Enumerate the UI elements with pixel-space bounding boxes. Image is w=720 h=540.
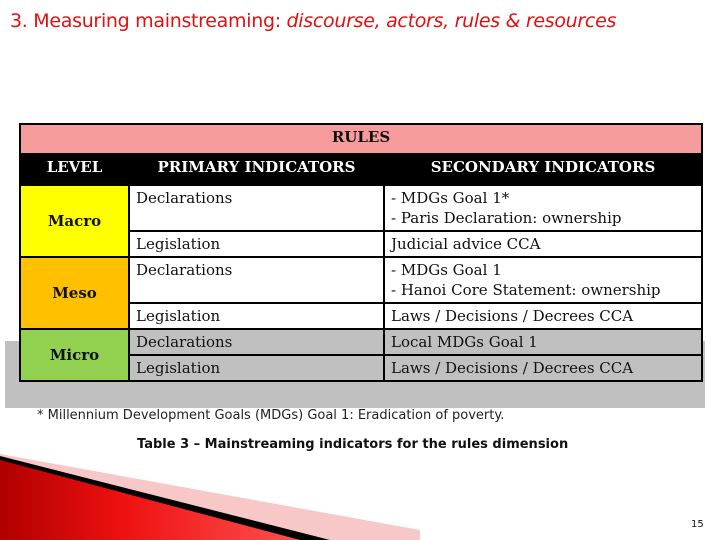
level-meso: Meso: [19, 256, 130, 330]
primary-indicator: Declarations: [128, 256, 385, 304]
table-row: Macro Declarations - MDGs Goal 1* - Paris…: [19, 184, 704, 258]
column-header-secondary: SECONDARY INDICATORS: [382, 153, 704, 186]
secondary-indicator: Laws / Decisions / Decrees CCA: [382, 302, 704, 330]
secondary-indicator: - MDGs Goal 1* - Paris Declaration: owner…: [382, 184, 704, 232]
swoosh-red: [0, 460, 300, 540]
level-micro: Micro: [19, 328, 130, 382]
level-macro: Macro: [19, 184, 130, 258]
secondary-line: - Paris Declaration: ownership: [391, 209, 622, 227]
primary-indicator: Declarations: [128, 328, 385, 356]
footnote: * Millennium Development Goals (MDGs) Go…: [37, 408, 505, 423]
secondary-indicator: Local MDGs Goal 1: [382, 328, 704, 356]
column-header-primary: PRIMARY INDICATORS: [128, 153, 385, 186]
table-row: Meso Declarations - MDGs Goal 1 - Hanoi C…: [19, 256, 704, 330]
primary-indicator: Legislation: [128, 302, 385, 330]
decorative-swoosh: [0, 454, 420, 540]
table-row: Micro Declarations Local MDGs Goal 1: [19, 328, 704, 382]
primary-indicator: Legislation: [128, 354, 385, 382]
secondary-line: - MDGs Goal 1*: [391, 189, 510, 207]
primary-indicator: Declarations: [128, 184, 385, 232]
secondary-indicator: - MDGs Goal 1 - Hanoi Core Statement: own…: [382, 256, 704, 304]
slide-title-prefix: 3. Measuring mainstreaming:: [10, 10, 287, 32]
column-header-row: LEVEL PRIMARY INDICATORS SECONDARY INDIC…: [19, 153, 704, 186]
secondary-line: - MDGs Goal 1: [391, 261, 502, 279]
secondary-line: - Hanoi Core Statement: ownership: [391, 281, 661, 299]
slide-title-emphasis: discourse, actors, rules & resources: [286, 10, 617, 32]
dimension-header: RULES: [18, 123, 704, 155]
page-number: 15: [691, 519, 704, 530]
slide-title: 3. Measuring mainstreaming: discourse, a…: [10, 10, 616, 32]
dimension-header-row: RULES: [18, 123, 704, 155]
secondary-indicator: Laws / Decisions / Decrees CCA: [382, 354, 704, 382]
primary-indicator: Legislation: [128, 230, 385, 258]
rules-indicators-table: RULES LEVEL PRIMARY INDICATORS SECONDARY…: [18, 123, 704, 382]
column-header-level: LEVEL: [19, 153, 130, 186]
secondary-indicator: Judicial advice CCA: [382, 230, 704, 258]
